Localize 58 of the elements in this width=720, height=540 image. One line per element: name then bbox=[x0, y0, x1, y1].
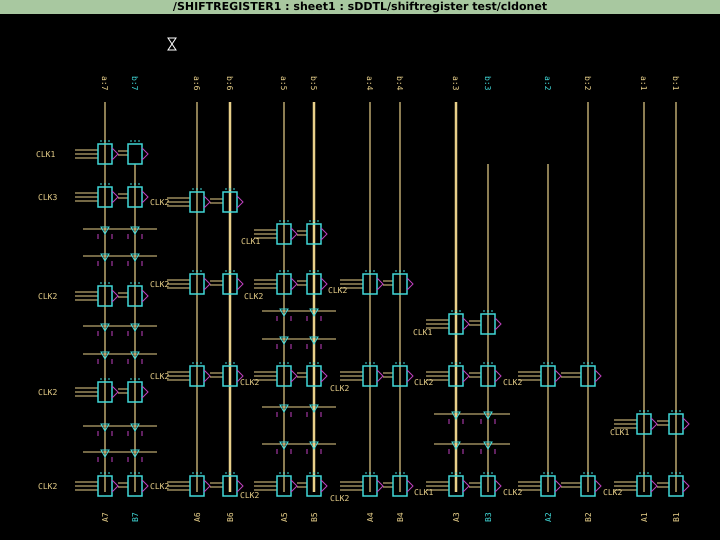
buffer-symbol bbox=[292, 404, 336, 418]
clock-label: CLK2 bbox=[38, 388, 58, 397]
buffer-symbol bbox=[112, 424, 158, 436]
buffer-symbol bbox=[112, 450, 158, 462]
port-label: A2 bbox=[544, 512, 553, 522]
port-label: A5 bbox=[280, 512, 289, 522]
port-label: b:1 bbox=[671, 76, 680, 90]
window-title: /SHIFTREGISTER1 : sheet1 : sDDTL/shiftregister test/cldonet bbox=[0, 0, 720, 14]
port-label: b:7 bbox=[130, 76, 139, 90]
clock-label: CLK1 bbox=[610, 428, 630, 437]
port-label: a:5 bbox=[279, 76, 288, 90]
port-label: B1 bbox=[672, 512, 681, 522]
port-label: A6 bbox=[193, 512, 202, 522]
buffer-symbol bbox=[292, 442, 336, 454]
clock-label: CLK2 bbox=[150, 280, 170, 289]
clock-label: CLK2 bbox=[38, 292, 58, 301]
port-label: B3 bbox=[484, 512, 493, 522]
port-label: a:4 bbox=[365, 76, 374, 90]
port-label: B7 bbox=[131, 512, 140, 522]
clock-label: CLK2 bbox=[150, 198, 170, 207]
port-label: A1 bbox=[640, 512, 649, 522]
port-label: B6 bbox=[226, 512, 235, 522]
port-label: a:1 bbox=[639, 76, 648, 90]
clock-label: CLK3 bbox=[38, 193, 58, 202]
buffer-symbol bbox=[112, 324, 158, 336]
hourglass-cursor-icon bbox=[167, 38, 177, 50]
port-label: A4 bbox=[366, 512, 375, 522]
port-label: b:6 bbox=[225, 76, 234, 90]
clock-label: CLK2 bbox=[150, 372, 170, 381]
port-label: B4 bbox=[396, 512, 405, 522]
buffer-symbol bbox=[112, 226, 158, 240]
clock-label: CLK1 bbox=[241, 237, 260, 246]
buffer-symbol bbox=[292, 336, 336, 350]
clock-label: CLK2 bbox=[330, 494, 350, 503]
buffer-symbol bbox=[112, 352, 158, 364]
clock-label: CLK1 bbox=[413, 328, 432, 337]
buffer-symbol bbox=[112, 254, 158, 266]
port-label: a:6 bbox=[192, 76, 201, 90]
buffer-symbol bbox=[292, 308, 336, 322]
port-label: b:2 bbox=[583, 76, 592, 90]
clock-label: CLK2 bbox=[244, 292, 264, 301]
clock-label: CLK2 bbox=[330, 384, 350, 393]
clock-label: CLK1 bbox=[36, 150, 56, 159]
port-label: a:7 bbox=[100, 76, 109, 90]
clock-label: CLK2 bbox=[38, 482, 58, 491]
port-label: b:4 bbox=[395, 76, 404, 90]
buffer-symbol bbox=[466, 442, 510, 454]
port-label: a:2 bbox=[543, 76, 552, 90]
port-label: A7 bbox=[101, 512, 110, 522]
port-label: B5 bbox=[310, 512, 319, 522]
port-label: A3 bbox=[452, 512, 461, 522]
buffer-symbol bbox=[466, 412, 510, 424]
clock-label: CLK2 bbox=[150, 482, 170, 491]
port-label: b:5 bbox=[309, 76, 318, 90]
port-label: B2 bbox=[584, 512, 593, 522]
clock-label: CLK2 bbox=[240, 491, 260, 500]
port-label: a:3 bbox=[451, 76, 460, 90]
port-label: b:3 bbox=[483, 76, 492, 90]
